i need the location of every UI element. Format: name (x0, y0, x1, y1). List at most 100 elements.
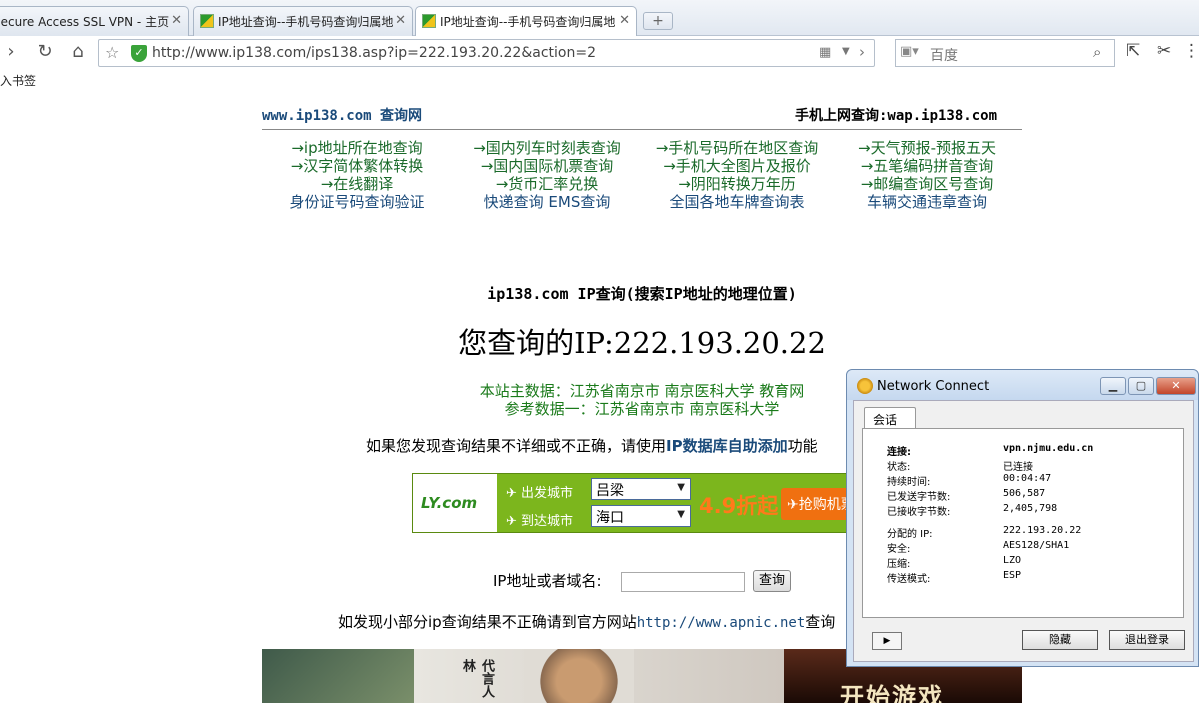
ip-db-link[interactable]: IP数据库自助添加 (666, 437, 788, 455)
hide-button[interactable]: 隐藏 (1022, 630, 1098, 650)
links-row: 身份证号码查询验证 快递查询 EMS查询 全国各地车牌查询表 车辆交通违章查询 (262, 191, 1022, 211)
bookmark-star-icon[interactable]: ☆ (105, 43, 119, 62)
network-connect-window: Network Connect ▁ ▢ ✕ 会话 连接: vpn.njmu.ed… (846, 369, 1199, 667)
window-titlebar[interactable]: Network Connect ▁ ▢ ✕ (847, 370, 1198, 400)
link[interactable]: →国内国际机票查询 (452, 155, 642, 175)
reload-icon[interactable]: ↻ (34, 41, 56, 62)
chevron-down-icon: ▼ (677, 482, 685, 493)
search-engine-icon[interactable]: ▣▾ (900, 44, 919, 59)
link[interactable]: →ip地址所在地查询 (262, 137, 452, 157)
notice-post: 功能 (787, 437, 818, 455)
url-text[interactable]: http://www.ip138.com/ips138.asp?ip=222.1… (152, 45, 596, 61)
banner-image-middle: 代言人 林 (414, 649, 784, 703)
field-value: LZO (1003, 555, 1022, 566)
close-icon[interactable]: ✕ (619, 13, 630, 28)
link[interactable]: →阴阳转换万年历 (642, 173, 832, 193)
qr-code-icon[interactable]: ▦ (819, 45, 831, 60)
link[interactable]: →天气预报-预报五天 (832, 137, 1022, 157)
address-bar[interactable]: ☆ ✓ http://www.ip138.com/ips138.asp?ip=2… (98, 39, 875, 67)
notice-text: 如果您发现查询结果不详细或不正确，请使用IP数据库自助添加功能 (366, 435, 818, 456)
site-title[interactable]: www.ip138.com 查询网 (262, 105, 422, 125)
expand-button[interactable]: ▶ (872, 632, 902, 650)
field-value: 2,405,798 (1003, 503, 1058, 514)
forward-icon[interactable]: › (859, 43, 865, 61)
field-value: 00:04:47 (1003, 473, 1052, 484)
link[interactable]: →手机号码所在地区查询 (642, 137, 832, 157)
depart-label-text: 出发城市 (521, 486, 574, 501)
field-label: 状态: (887, 462, 911, 473)
notice-pre: 如果您发现查询结果不详细或不正确，请使用 (366, 437, 667, 455)
banner-text: 代言人 林 (460, 659, 494, 698)
field-label: 持续时间: (887, 477, 931, 488)
back-icon[interactable]: › (0, 41, 22, 62)
links-row: →ip地址所在地查询 →国内列车时刻表查询 →手机号码所在地区查询 →天气预报-… (262, 137, 1022, 157)
tab-ip138-1[interactable]: IP地址查询--手机号码查询归属地 ✕ (193, 6, 413, 36)
logout-button[interactable]: 退出登录 (1109, 630, 1185, 650)
favicon-icon (422, 14, 436, 28)
link[interactable]: →邮编查询区号查询 (832, 173, 1022, 193)
minimize-icon[interactable]: ▁ (1100, 377, 1126, 395)
mobile-link[interactable]: 手机上网查询:wap.ip138.com (795, 105, 997, 125)
field-label: 安全: (887, 544, 911, 555)
banner-image-left (262, 649, 414, 703)
link[interactable]: →在线翻译 (262, 173, 452, 193)
network-connect-icon (857, 378, 873, 394)
apnic-link[interactable]: http://www.apnic.net (637, 615, 806, 631)
tab-strip: Secure Access SSL VPN - 主页 ✕ IP地址查询--手机号… (0, 0, 1199, 37)
link[interactable]: →国内列车时刻表查询 (452, 137, 642, 157)
tab-label: Secure Access SSL VPN - 主页 (0, 15, 170, 29)
close-icon[interactable]: ✕ (171, 13, 182, 28)
search-icon[interactable]: ⌕ (1093, 43, 1101, 61)
import-bookmarks-link[interactable]: 导入书签 (0, 74, 36, 88)
ip-result: 您查询的IP:222.193.20.22 (458, 326, 826, 360)
link[interactable]: 全国各地车牌查询表 (642, 191, 832, 211)
arrive-city-select[interactable]: 海口 ▼ (591, 505, 691, 527)
query-button[interactable]: 查询 (753, 570, 791, 592)
session-panel: 连接: vpn.njmu.edu.cn 状态: 已连接 持续时间: 00:04:… (862, 428, 1184, 618)
arrive-label: ✈ 到达城市 (506, 514, 574, 529)
tab-label: IP地址查询--手机号码查询归属地 (440, 15, 616, 29)
chevron-down-icon[interactable]: ▼ (842, 46, 850, 57)
bookmarks-bar: 导入书签 (0, 68, 1199, 92)
field-value: AES128/SHA1 (1003, 540, 1070, 551)
footer-note: 如发现小部分ip查询结果不正确请到官方网站http://www.apnic.ne… (338, 611, 835, 632)
spokesperson-image (524, 649, 634, 703)
arrive-label-text: 到达城市 (521, 514, 574, 529)
link[interactable]: 快递查询 EMS查询 (452, 191, 642, 211)
new-tab-button[interactable]: + (643, 12, 673, 30)
maximize-icon[interactable]: ▢ (1128, 377, 1154, 395)
ip-input[interactable] (621, 572, 745, 592)
link[interactable]: →手机大全图片及报价 (642, 155, 832, 175)
field-value: 506,587 (1003, 488, 1046, 499)
link[interactable]: 车辆交通违章查询 (832, 191, 1022, 211)
depart-city-select[interactable]: 吕梁 ▼ (591, 478, 691, 500)
page-title: ip138.com IP查询(搜索IP地址的地理位置) (487, 285, 797, 303)
field-label: 分配的 IP: (887, 529, 933, 540)
menu-icon[interactable]: ⋮ (1183, 41, 1199, 61)
depart-city-value: 吕梁 (596, 483, 624, 499)
close-icon[interactable]: ✕ (395, 13, 406, 28)
tab-session[interactable]: 会话 (864, 407, 916, 429)
link[interactable]: →汉字简体繁体转换 (262, 155, 452, 175)
search-box[interactable]: ▣▾ 百度 ⌕ (895, 39, 1115, 67)
tab-ip138-2[interactable]: IP地址查询--手机号码查询归属地 ✕ (415, 6, 637, 37)
field-label: 压缩: (887, 559, 911, 570)
link[interactable]: →五笔编码拼音查询 (832, 155, 1022, 175)
link[interactable]: →货币汇率兑换 (452, 173, 642, 193)
links-row: →在线翻译 →货币汇率兑换 →阴阳转换万年历 →邮编查询区号查询 (262, 173, 1022, 193)
search-placeholder: 百度 (930, 48, 958, 64)
home-icon[interactable]: ⌂ (67, 41, 89, 62)
security-shield-icon: ✓ (131, 45, 147, 62)
link[interactable]: 身份证号码查询验证 (262, 191, 452, 211)
field-value: vpn.njmu.edu.cn (1003, 443, 1094, 454)
tab-vpn-home[interactable]: Secure Access SSL VPN - 主页 ✕ (0, 6, 189, 36)
foot-post: 查询 (805, 613, 836, 631)
ip-form-label: IP地址或者域名: (493, 572, 602, 590)
scissors-icon[interactable]: ✂ (1157, 41, 1171, 61)
browser-toolbar: › ↻ ⌂ ☆ ✓ http://www.ip138.com/ips138.as… (0, 36, 1199, 68)
close-icon[interactable]: ✕ (1156, 377, 1196, 395)
ly-logo[interactable]: LY.com (413, 474, 497, 532)
foot-pre: 如发现小部分ip查询结果不正确请到官方网站 (338, 613, 637, 631)
divider (262, 129, 1022, 130)
share-icon[interactable]: ⇱ (1126, 41, 1140, 61)
